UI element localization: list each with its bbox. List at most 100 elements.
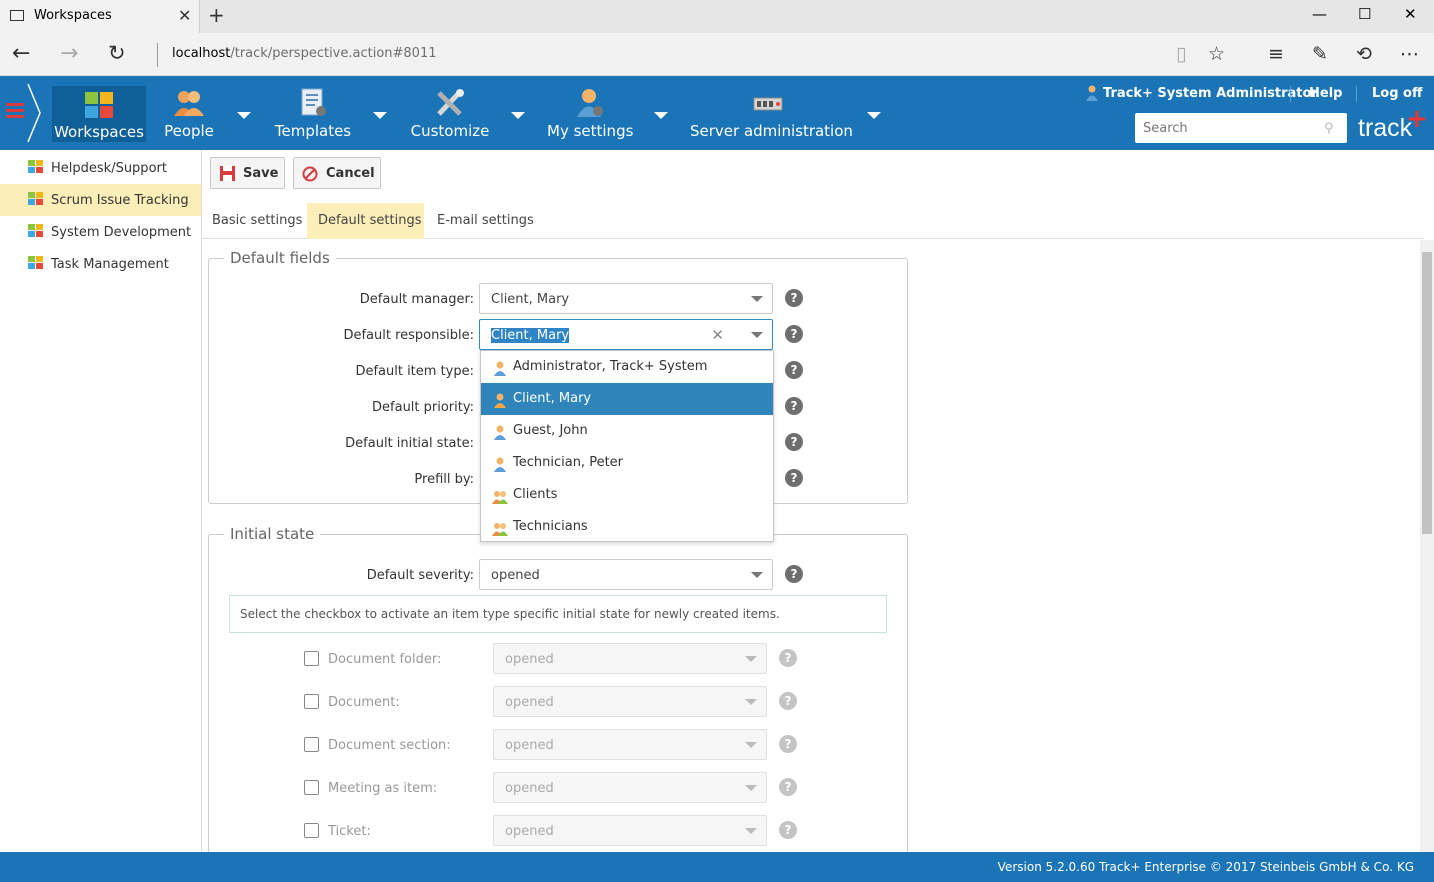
prefill-by-label: Prefill by: <box>414 472 474 487</box>
minimize-icon[interactable]: — <box>1312 5 1327 23</box>
nav-templates[interactable]: Templates <box>273 76 353 150</box>
checkbox-meeting-as-item[interactable] <box>304 780 319 795</box>
sidebar-item-task-management[interactable]: Task Management <box>0 248 201 280</box>
sidebar-item-helpdesk[interactable]: Helpdesk/Support <box>0 152 201 184</box>
menu-icon[interactable] <box>6 103 24 121</box>
close-tab-icon[interactable]: ✕ <box>178 6 191 25</box>
list-item[interactable]: Guest, John <box>481 415 773 447</box>
checkbox-document-section[interactable] <box>304 737 319 752</box>
nav-customize[interactable]: Customize <box>410 76 490 150</box>
customize-dropdown-caret[interactable] <box>511 112 525 119</box>
default-priority-label: Default priority: <box>372 400 474 415</box>
list-item[interactable]: Clients <box>481 479 773 511</box>
main-panel: Save Cancel Basic settings Default setti… <box>202 150 1434 864</box>
help-icon[interactable]: ? <box>785 325 803 343</box>
default-manager-label: Default manager: <box>359 292 474 307</box>
puzzle-icon <box>85 92 113 118</box>
list-item[interactable]: Technician, Peter <box>481 447 773 479</box>
server-admin-dropdown-caret[interactable] <box>867 112 881 119</box>
help-icon[interactable]: ? <box>785 289 803 307</box>
help-icon[interactable]: ? <box>779 778 797 796</box>
cancel-icon <box>302 166 318 182</box>
document-combo[interactable]: opened <box>493 686 767 717</box>
tools-icon <box>437 89 464 116</box>
favorite-star-icon[interactable]: ☆ <box>1208 43 1225 65</box>
chevron-down-icon[interactable] <box>745 656 757 662</box>
help-icon[interactable]: ? <box>779 821 797 839</box>
tab-email-settings[interactable]: E-mail settings <box>426 203 536 239</box>
initial-state-legend: Initial state <box>224 525 321 543</box>
checkbox-document[interactable] <box>304 694 319 709</box>
browser-tab[interactable]: Workspaces ✕ <box>0 0 200 33</box>
default-severity-label: Default severity: <box>366 568 474 583</box>
people-icon <box>174 91 204 116</box>
nav-server-administration[interactable]: Server administration <box>690 76 853 150</box>
web-note-icon[interactable]: ✎ <box>1312 43 1328 65</box>
close-window-icon[interactable]: ✕ <box>1404 5 1417 23</box>
meeting-as-item-combo[interactable]: opened <box>493 772 767 803</box>
hub-icon[interactable]: ≡ <box>1268 43 1284 65</box>
help-icon[interactable]: ? <box>785 433 803 451</box>
help-icon[interactable]: ? <box>785 361 803 379</box>
chevron-down-icon[interactable] <box>745 828 757 834</box>
ticket-combo[interactable]: opened <box>493 815 767 846</box>
list-item[interactable]: Administrator, Track+ System <box>481 351 773 383</box>
help-icon[interactable]: ? <box>779 735 797 753</box>
default-severity-combo[interactable]: opened <box>479 559 773 590</box>
sidebar-item-system-development[interactable]: System Development <box>0 216 201 248</box>
scrollbar-thumb[interactable] <box>1422 252 1432 534</box>
url-field[interactable]: localhost/track/perspective.action#8011 <box>172 46 437 61</box>
my-settings-dropdown-caret[interactable] <box>654 112 668 119</box>
checkbox-ticket[interactable] <box>304 823 319 838</box>
address-bar: ← → ↻ localhost/track/perspective.action… <box>0 33 1434 76</box>
refresh-icon[interactable]: ↻ <box>108 41 126 65</box>
list-item[interactable]: Technicians <box>481 511 773 543</box>
tab-basic-settings[interactable]: Basic settings <box>202 203 306 239</box>
current-user-link[interactable]: Track+ System Administrator <box>1103 86 1318 101</box>
chevron-down-icon[interactable] <box>745 742 757 748</box>
nav-people[interactable]: People <box>160 76 218 150</box>
chevron-down-icon[interactable] <box>751 332 763 338</box>
document-section-combo[interactable]: opened <box>493 729 767 760</box>
forward-arrow-icon[interactable]: → <box>60 41 78 66</box>
nav-workspaces[interactable]: Workspaces <box>52 86 146 142</box>
document-gear-icon <box>301 88 326 116</box>
document-folder-combo[interactable]: opened <box>493 643 767 674</box>
help-link[interactable]: Help <box>1309 86 1342 101</box>
default-responsible-combo[interactable]: Client, Mary ✕ <box>479 319 773 350</box>
search-icon[interactable]: ⚲ <box>1324 121 1334 136</box>
user-gear-icon <box>577 89 603 117</box>
default-manager-combo[interactable]: Client, Mary <box>479 283 773 314</box>
save-button[interactable]: Save <box>210 157 285 189</box>
checkbox-document-folder[interactable] <box>304 651 319 666</box>
new-tab-icon[interactable]: + <box>208 3 225 27</box>
help-icon[interactable]: ? <box>779 692 797 710</box>
tab-default-settings[interactable]: Default settings <box>307 203 424 239</box>
sidebar-item-scrum[interactable]: Scrum Issue Tracking <box>0 184 201 216</box>
chevron-down-icon[interactable] <box>745 785 757 791</box>
share-icon[interactable]: ⟲ <box>1356 43 1372 65</box>
back-arrow-icon[interactable]: ← <box>12 41 30 66</box>
clear-icon[interactable]: ✕ <box>711 326 724 344</box>
server-icon <box>753 97 783 111</box>
chevron-down-icon[interactable] <box>751 572 763 578</box>
more-icon[interactable]: ⋯ <box>1400 43 1419 65</box>
cancel-button[interactable]: Cancel <box>293 157 381 189</box>
search-input[interactable] <box>1135 113 1347 143</box>
help-icon[interactable]: ? <box>785 469 803 487</box>
group-icon <box>492 523 508 536</box>
logout-link[interactable]: Log off <box>1372 86 1423 101</box>
nav-my-settings[interactable]: My settings <box>547 76 633 150</box>
help-icon[interactable]: ? <box>785 397 803 415</box>
chevron-down-icon[interactable] <box>751 296 763 302</box>
reading-view-icon[interactable]: ▯ <box>1176 43 1186 65</box>
help-icon[interactable]: ? <box>779 649 797 667</box>
maximize-icon[interactable]: ☐ <box>1358 5 1371 23</box>
page-icon <box>10 10 24 21</box>
list-item[interactable]: Client, Mary <box>481 383 773 415</box>
people-dropdown-caret[interactable] <box>237 112 251 119</box>
browser-tab-bar: Workspaces ✕ + — ☐ ✕ <box>0 0 1434 33</box>
templates-dropdown-caret[interactable] <box>373 112 387 119</box>
chevron-down-icon[interactable] <box>745 699 757 705</box>
help-icon[interactable]: ? <box>785 565 803 583</box>
